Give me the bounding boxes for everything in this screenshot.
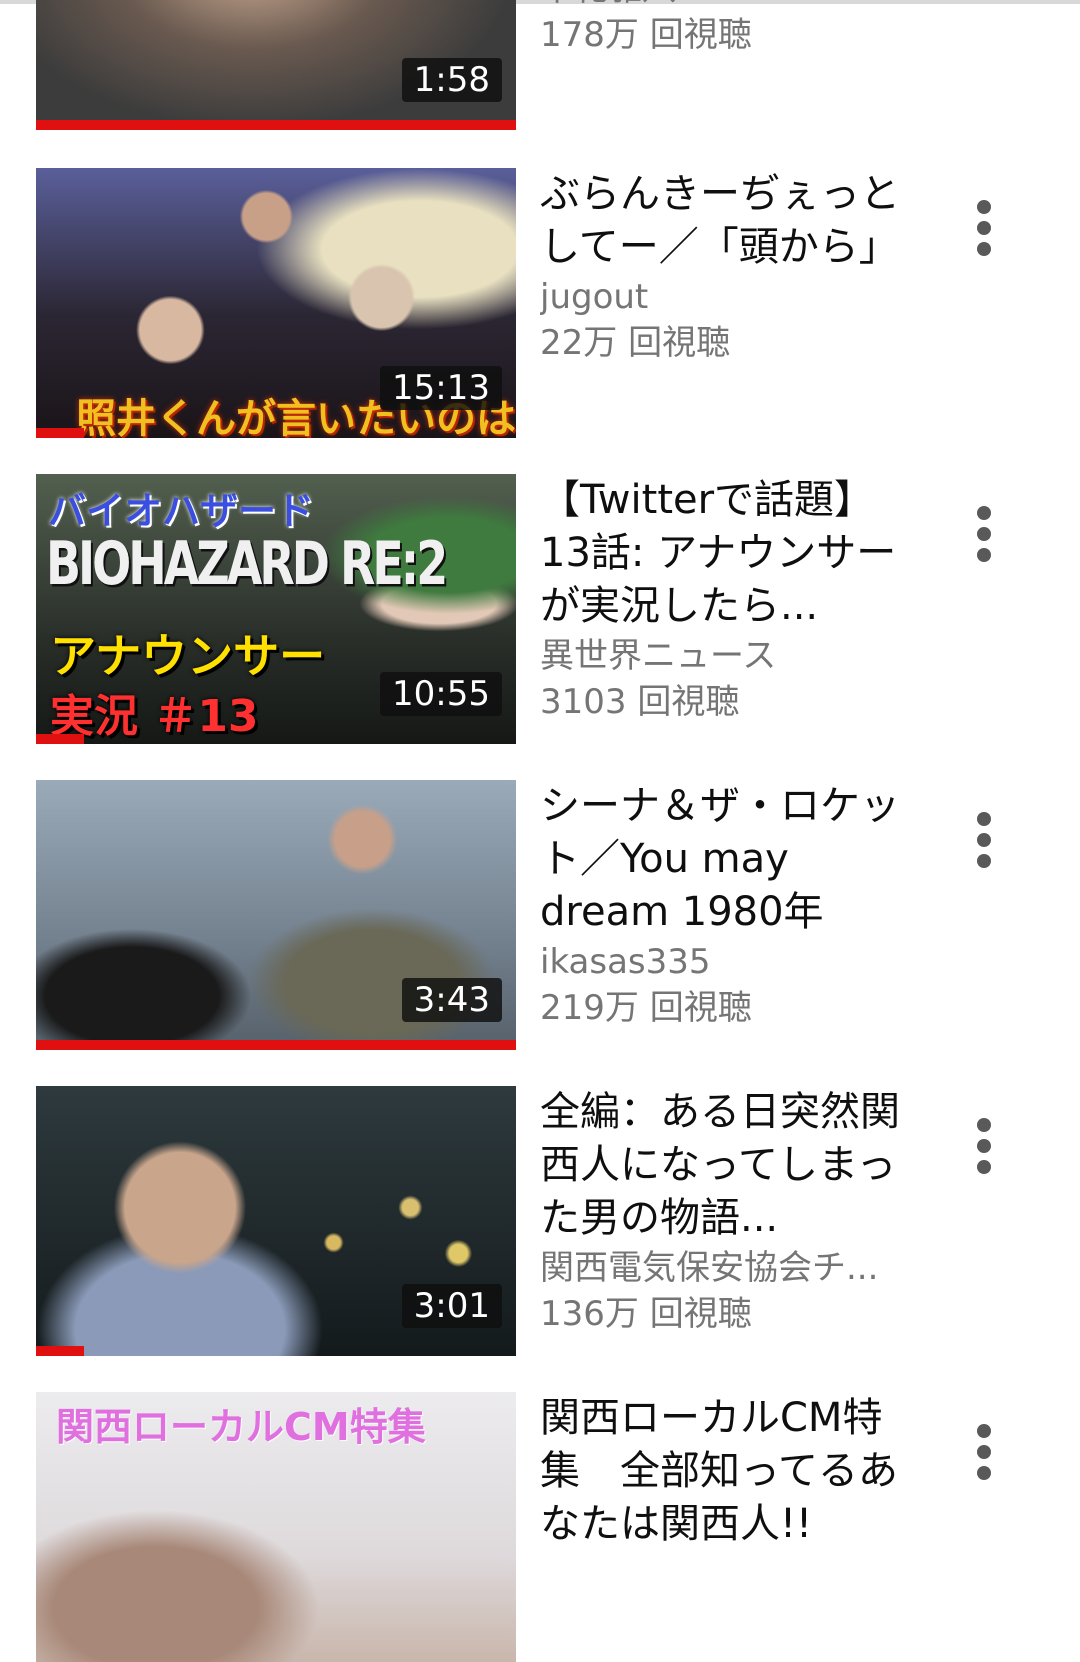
view-count: 219万 回視聴: [540, 988, 752, 1028]
duration-badge: 1:58: [401, 58, 502, 102]
more-vert-icon: [977, 1160, 991, 1174]
thumbnail-caption-3: アナウンサー: [50, 629, 326, 683]
watch-progress-track: [36, 120, 516, 130]
thumbnail-caption: バイオハザード: [48, 489, 315, 533]
video-title: シーナ＆ザ・ロケット／You may dream 1980年: [540, 783, 900, 935]
watch-progress-fill: [36, 428, 84, 438]
watch-progress-fill: [36, 1346, 84, 1356]
more-vert-icon: [977, 833, 991, 847]
watch-progress-fill: [36, 734, 84, 744]
video-thumbnail[interactable]: 3:01: [36, 1086, 516, 1356]
more-vert-icon: [977, 1466, 991, 1480]
channel-name: 異世界ニュース: [540, 636, 777, 676]
channel-name: 牟礼雅八: [540, 0, 920, 12]
video-list-item[interactable]: 関西ローカルCM特集 関西ローカルCM特集 全部知ってるあなたは関西人!!: [0, 1392, 1080, 1662]
video-meta: 牟礼雅八 178万 回視聴: [540, 0, 920, 58]
video-thumbnail[interactable]: 3:43: [36, 780, 516, 1050]
more-vert-icon: [977, 200, 991, 214]
video-thumbnail[interactable]: バイオハザード BIOHAZARD RE:2 アナウンサー 実況 ＃13 10:…: [36, 474, 516, 744]
duration-badge: 15:13: [380, 366, 502, 410]
more-vert-icon: [977, 1118, 991, 1132]
channel-name: 関西電気保安協会チ...: [540, 1248, 879, 1288]
video-meta: 全編：ある日突然関西人になってしまった男の物語... 関西電気保安協会チ... …: [540, 1086, 920, 1337]
video-thumbnail[interactable]: 1:58: [36, 0, 516, 130]
more-vert-icon: [977, 1424, 991, 1438]
duration-badge: 3:01: [401, 1284, 502, 1328]
watch-progress-fill: [36, 1040, 516, 1050]
view-count: 3103 回視聴: [540, 682, 740, 722]
more-vert-icon: [977, 812, 991, 826]
video-thumbnail[interactable]: 照井くんが言いたいのは 15:13: [36, 168, 516, 438]
more-options-button[interactable]: [958, 198, 1010, 258]
watch-progress-fill: [36, 120, 516, 130]
video-list-item[interactable]: バイオハザード BIOHAZARD RE:2 アナウンサー 実況 ＃13 10:…: [0, 474, 1080, 744]
video-title: ぶらんきーぢぇっとしてー／「頭から」: [540, 171, 900, 270]
video-list-item[interactable]: 3:01 全編：ある日突然関西人になってしまった男の物語... 関西電気保安協会…: [0, 1086, 1080, 1356]
more-vert-icon: [977, 548, 991, 562]
video-title: 【Twitterで話題】13話: アナウンサーが実況したら...: [540, 477, 897, 629]
channel-name: jugout: [540, 277, 649, 317]
watch-progress-track: [36, 1346, 516, 1356]
more-vert-icon: [977, 221, 991, 235]
video-list-item[interactable]: 3:43 シーナ＆ザ・ロケット／You may dream 1980年 ikas…: [0, 780, 1080, 1050]
video-title: 全編：ある日突然関西人になってしまった男の物語...: [540, 1089, 900, 1241]
video-meta: ぶらんきーぢぇっとしてー／「頭から」 jugout 22万 回視聴: [540, 168, 920, 366]
duration-badge: 10:55: [380, 672, 502, 716]
duration-badge: 3:43: [401, 978, 502, 1022]
video-thumbnail[interactable]: 関西ローカルCM特集: [36, 1392, 516, 1662]
view-count: 178万 回視聴: [540, 15, 752, 55]
more-options-button[interactable]: [958, 1116, 1010, 1176]
more-vert-icon: [977, 1139, 991, 1153]
video-meta: 関西ローカルCM特集 全部知ってるあなたは関西人!!: [540, 1392, 920, 1551]
channel-name: ikasas335: [540, 942, 711, 982]
view-count: 136万 回視聴: [540, 1294, 752, 1334]
more-options-button[interactable]: [958, 504, 1010, 564]
watch-progress-track: [36, 1040, 516, 1050]
view-count: 22万 回視聴: [540, 323, 731, 363]
video-meta: シーナ＆ザ・ロケット／You may dream 1980年 ikasas335…: [540, 780, 920, 1031]
watch-progress-track: [36, 734, 516, 744]
video-meta: 【Twitterで話題】13話: アナウンサーが実況したら... 異世界ニュース…: [540, 474, 920, 725]
thumbnail-caption: 関西ローカルCM特集: [56, 1405, 426, 1449]
more-vert-icon: [977, 854, 991, 868]
more-vert-icon: [977, 1445, 991, 1459]
more-options-button[interactable]: [958, 1422, 1010, 1482]
video-title: 関西ローカルCM特集 全部知ってるあなたは関西人!!: [540, 1395, 898, 1547]
watch-progress-track: [36, 428, 516, 438]
more-vert-icon: [977, 242, 991, 256]
more-vert-icon: [977, 527, 991, 541]
more-options-button[interactable]: [958, 810, 1010, 870]
video-list-item[interactable]: 照井くんが言いたいのは 15:13 ぶらんきーぢぇっとしてー／「頭から」 jug…: [0, 168, 1080, 438]
video-list-item[interactable]: 1:58 牟礼雅八 178万 回視聴: [0, 0, 1080, 130]
more-vert-icon: [977, 506, 991, 520]
thumbnail-caption-2: BIOHAZARD RE:2: [46, 528, 448, 599]
